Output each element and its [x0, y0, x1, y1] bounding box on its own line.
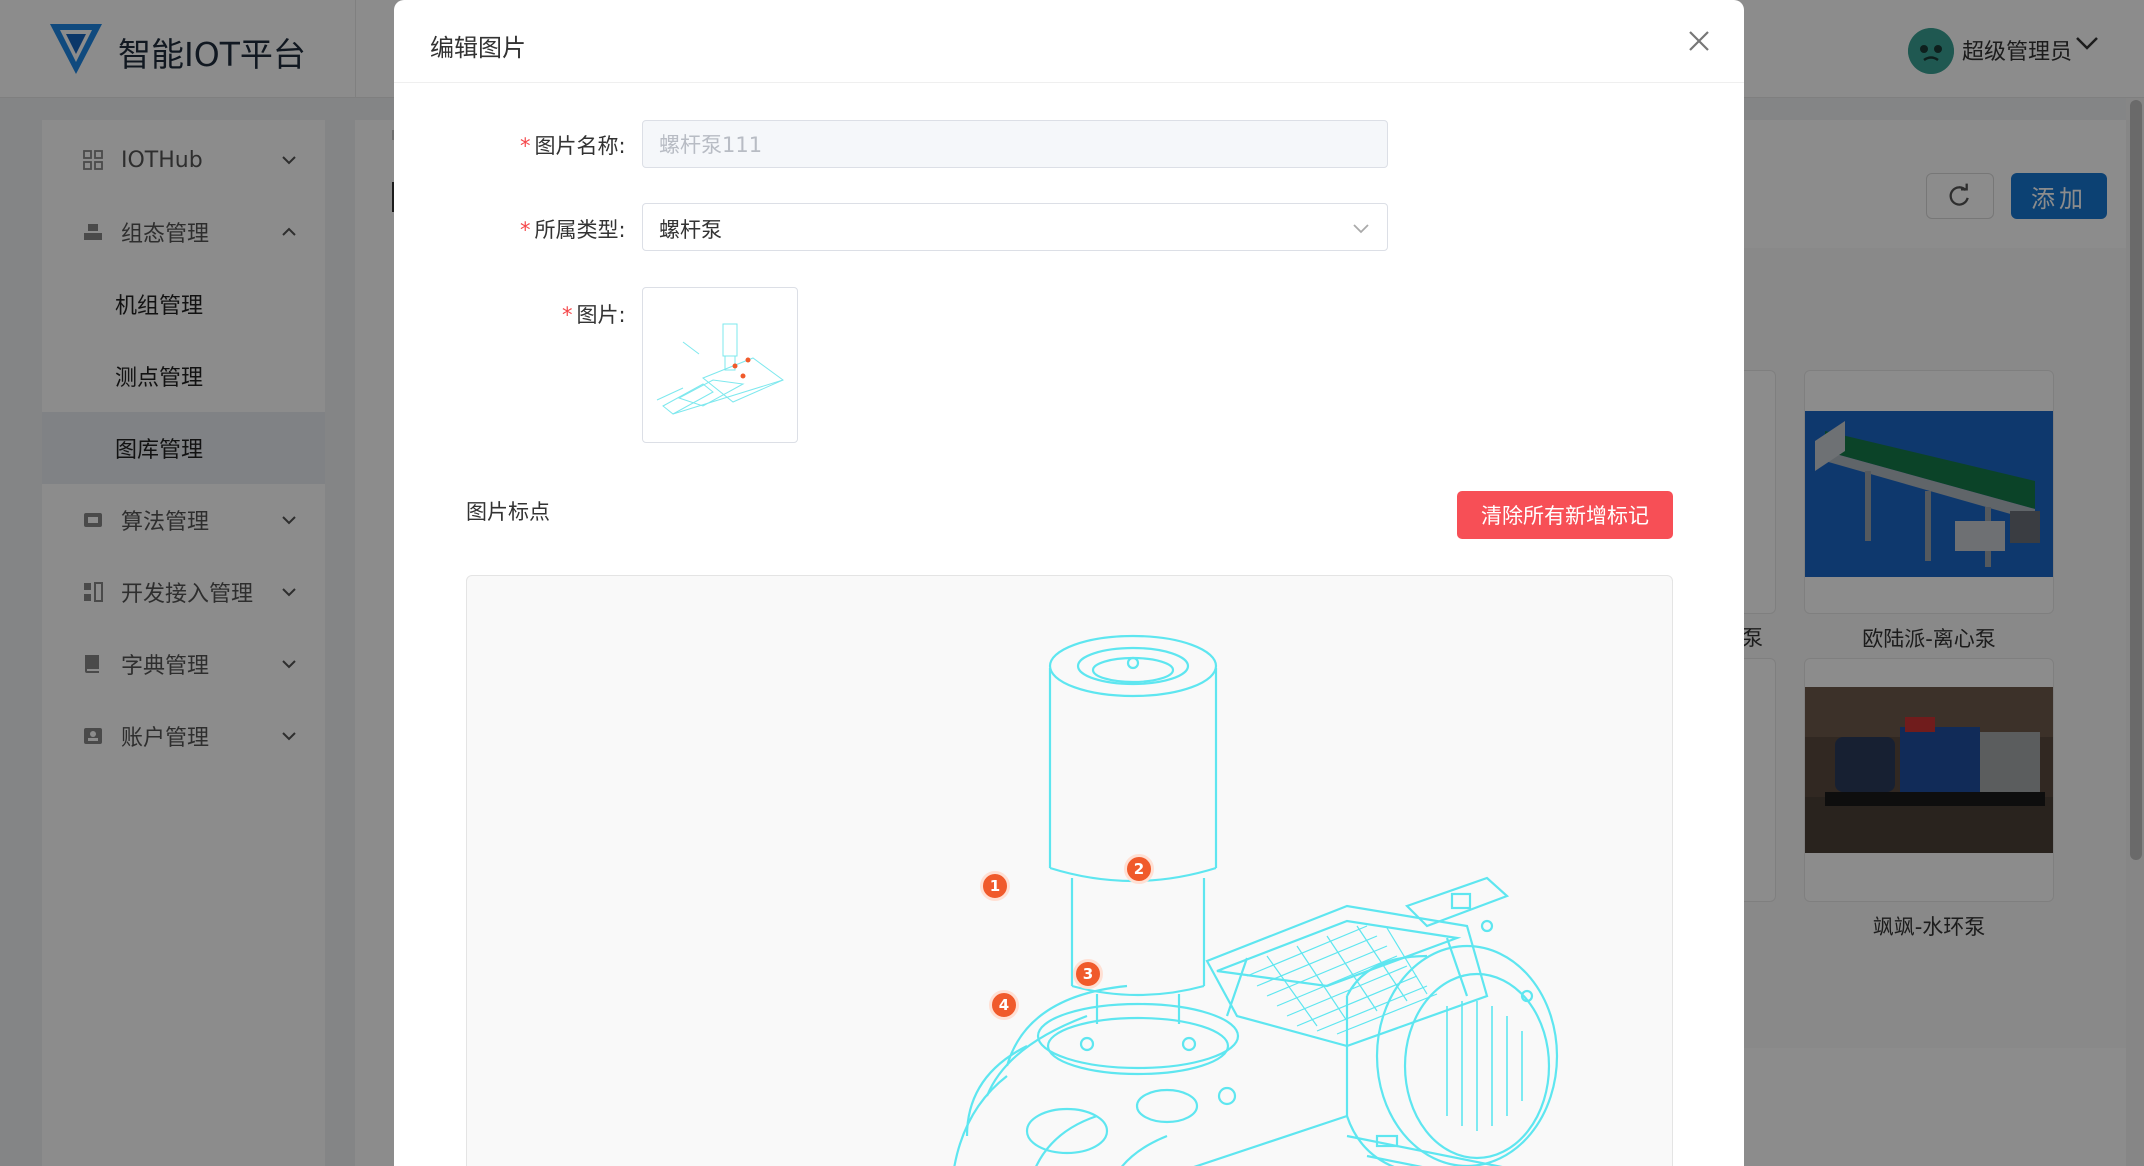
marker-point[interactable]: 2 [1124, 854, 1154, 884]
image-type-label: * 所属类型: [520, 218, 626, 242]
marker-canvas[interactable]: 1 2 3 4 [466, 575, 1673, 1166]
edit-image-dialog: 编辑图片 *图片名称: *所属类型: 螺杆泵 *图片: [394, 0, 1744, 1166]
chevron-down-icon [1353, 224, 1369, 234]
marker-point[interactable]: 4 [989, 990, 1019, 1020]
image-name-label: * 图片名称: [520, 134, 626, 158]
pump-thumbnail-image [656, 323, 784, 415]
marker-point[interactable]: 3 [1073, 959, 1103, 989]
image-name-input[interactable] [642, 120, 1388, 168]
dialog-header: 编辑图片 [394, 0, 1744, 83]
select-value: 螺杆泵 [659, 218, 722, 242]
dialog-title: 编辑图片 [430, 34, 526, 62]
marker-point[interactable]: 1 [980, 871, 1010, 901]
clear-markers-button[interactable]: 清除所有新增标记 [1457, 491, 1673, 539]
required-mark: * [520, 134, 531, 158]
pump-line-drawing [953, 634, 1559, 1166]
image-type-select[interactable]: 螺杆泵 [642, 203, 1388, 251]
close-icon[interactable] [1686, 28, 1712, 54]
image-label: * 图片: [562, 303, 626, 327]
image-thumbnail[interactable] [642, 287, 798, 443]
required-mark: * [520, 218, 531, 242]
image-markers-label: 图片标点 [466, 500, 550, 524]
required-mark: * [562, 303, 573, 327]
